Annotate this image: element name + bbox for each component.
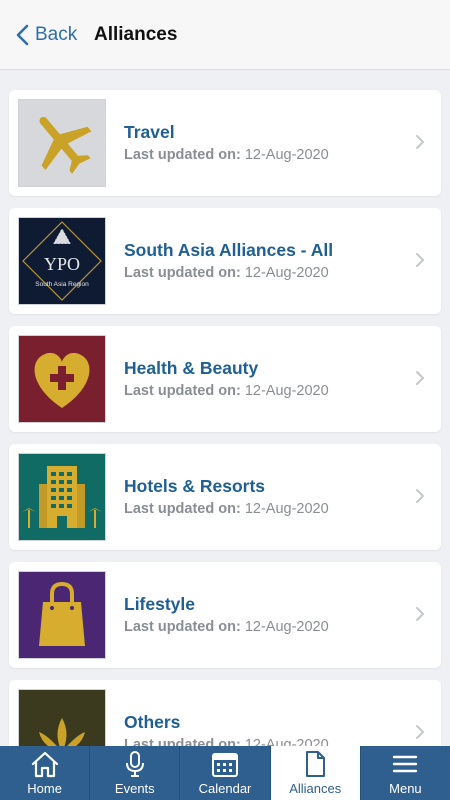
tab-calendar[interactable]: Calendar xyxy=(180,746,271,800)
chevron-right-icon xyxy=(416,725,424,739)
back-button[interactable]: Back xyxy=(16,22,77,48)
alliance-thumbnail xyxy=(18,453,106,541)
tab-label: Events xyxy=(114,781,155,796)
chevron-right-icon xyxy=(416,371,424,385)
last-updated-label: Last updated on: xyxy=(124,501,241,517)
chevron-left-icon xyxy=(16,24,29,46)
last-updated-value: 12-Aug-2020 xyxy=(240,619,329,635)
tab-home[interactable]: Home xyxy=(0,746,91,800)
last-updated-label: Last updated on: xyxy=(124,147,241,163)
alliance-title: Hotels & Resorts xyxy=(124,476,266,496)
last-updated-value: 12-Aug-2020 xyxy=(240,265,329,281)
alliance-card-hotels-resorts[interactable]: Hotels & Resorts Last updated on: 12-Aug… xyxy=(9,444,441,550)
document-icon xyxy=(306,751,326,777)
alliances-list[interactable]: Travel Last updated on: 12-Aug-2020 YPO … xyxy=(0,70,450,746)
airplane-icon xyxy=(19,100,105,186)
alliance-title: Others xyxy=(124,712,181,732)
tab-menu[interactable]: Menu xyxy=(361,746,450,800)
chevron-right-icon xyxy=(416,489,424,503)
alliance-title: Lifestyle xyxy=(124,594,195,614)
alliance-card-lifestyle[interactable]: Lifestyle Last updated on: 12-Aug-2020 xyxy=(9,562,441,668)
alliance-card-south-asia[interactable]: YPO South Asia Region South Asia Allianc… xyxy=(9,208,441,314)
ypo-logo-subtext: South Asia Region xyxy=(35,281,89,288)
hotel-building-icon xyxy=(19,454,105,540)
last-updated: Last updated on: 12-Aug-2020 xyxy=(124,383,329,399)
bottom-tab-bar: Home Events Calendar Alliances Menu xyxy=(0,746,450,800)
alliance-card-others[interactable]: Others Last updated on: 12-Aug-2020 xyxy=(9,680,441,746)
chevron-right-icon xyxy=(416,607,424,621)
last-updated: Last updated on: 12-Aug-2020 xyxy=(124,737,329,746)
back-label: Back xyxy=(35,24,78,45)
last-updated: Last updated on: 12-Aug-2020 xyxy=(124,501,329,517)
alliance-title: Travel xyxy=(124,122,175,142)
alliance-title: Health & Beauty xyxy=(124,358,259,378)
alliance-thumbnail: YPO South Asia Region xyxy=(18,217,106,305)
menu-icon xyxy=(393,755,418,773)
alliance-card-travel[interactable]: Travel Last updated on: 12-Aug-2020 xyxy=(9,90,441,196)
microphone-icon xyxy=(125,751,144,777)
navigation-header: Back Alliances xyxy=(0,0,450,70)
home-icon xyxy=(31,751,58,778)
last-updated-label: Last updated on: xyxy=(124,265,241,281)
heart-cross-icon xyxy=(19,336,105,422)
alliance-thumbnail xyxy=(18,335,106,423)
tab-label: Alliances xyxy=(289,781,342,796)
alliance-title: South Asia Alliances - All xyxy=(124,240,334,260)
last-updated: Last updated on: 12-Aug-2020 xyxy=(124,265,329,281)
lotus-icon xyxy=(19,690,105,746)
ypo-logo-text: YPO xyxy=(44,254,80,274)
last-updated-label: Last updated on: xyxy=(124,737,241,746)
chevron-right-icon xyxy=(416,135,424,149)
calendar-icon xyxy=(212,753,238,777)
last-updated: Last updated on: 12-Aug-2020 xyxy=(124,619,329,635)
alliance-thumbnail xyxy=(18,571,106,659)
page-title: Alliances xyxy=(94,24,178,45)
alliance-thumbnail xyxy=(18,99,106,187)
last-updated-label: Last updated on: xyxy=(124,383,241,399)
tab-events[interactable]: Events xyxy=(90,746,181,800)
tab-label: Calendar xyxy=(198,781,252,796)
tab-label: Menu xyxy=(389,781,422,796)
chevron-right-icon xyxy=(416,253,424,267)
tab-label: Home xyxy=(27,781,62,796)
last-updated-label: Last updated on: xyxy=(124,619,241,635)
alliance-thumbnail xyxy=(18,689,106,746)
ypo-logo: YPO South Asia Region xyxy=(19,218,105,304)
last-updated-value: 12-Aug-2020 xyxy=(240,501,329,517)
shopping-bag-icon xyxy=(19,572,105,658)
tab-alliances[interactable]: Alliances xyxy=(270,746,361,800)
last-updated: Last updated on: 12-Aug-2020 xyxy=(124,147,329,163)
last-updated-value: 12-Aug-2020 xyxy=(240,383,329,399)
last-updated-value: 12-Aug-2020 xyxy=(240,147,329,163)
last-updated-value: 12-Aug-2020 xyxy=(240,737,329,746)
alliance-card-health-beauty[interactable]: Health & Beauty Last updated on: 12-Aug-… xyxy=(9,326,441,432)
